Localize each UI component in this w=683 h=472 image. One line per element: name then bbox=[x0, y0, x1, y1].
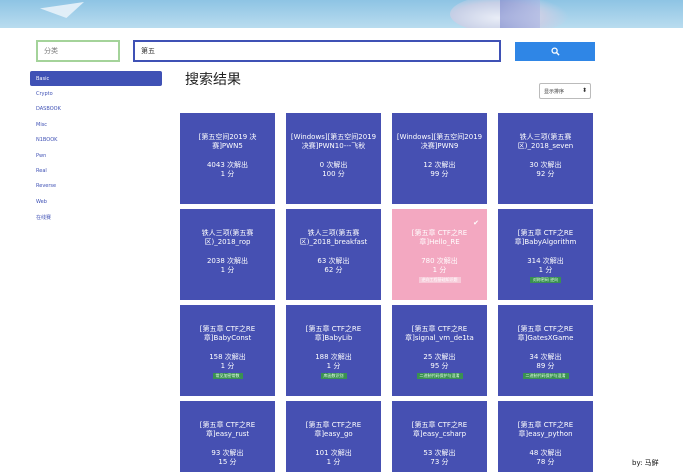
points: 1 分 bbox=[432, 265, 447, 274]
challenge-grid: [第五空间2019 决赛]PWN5 4043 次解出 1 分 [Windows][第五… bbox=[180, 113, 602, 472]
sort-select-label: 显示排序 bbox=[544, 88, 565, 95]
category-input[interactable] bbox=[36, 40, 120, 62]
challenge-card[interactable]: [Windows][第五空间2019 决赛]PWN9 12 次解出 99 分 bbox=[392, 113, 487, 204]
challenge-card[interactable]: [Windows][第五空间2019 决赛]PWN10---飞秋 0 次解出 100… bbox=[286, 113, 381, 204]
search-input[interactable] bbox=[133, 40, 501, 62]
solve-count: 30 次解出 bbox=[529, 161, 562, 169]
solve-count: 12 次解出 bbox=[423, 161, 456, 169]
check-icon: ✔ bbox=[473, 219, 479, 227]
challenge-tag: 逆向工程基础知识题 bbox=[418, 277, 461, 283]
points: 1 分 bbox=[220, 265, 235, 274]
solve-count: 53 次解出 bbox=[423, 449, 456, 457]
challenge-card[interactable]: [第五章 CTF之RE章]signal_vm_de1ta 25 次解出 95 分二进… bbox=[392, 305, 487, 396]
challenge-tag: 对称密码 逆向 bbox=[529, 277, 562, 283]
solve-count: 34 次解出 bbox=[529, 353, 562, 361]
challenge-card[interactable]: [第五章 CTF之RE章]easy_python 48 次解出 78 分 bbox=[498, 401, 593, 472]
challenge-card[interactable]: 铁人三项(第五赛区)_2018_rop 2038 次解出 1 分 bbox=[180, 209, 275, 300]
challenge-card[interactable]: [第五章 CTF之RE章]Hello_RE 780 次解出 1 分逆向工程基础知识题… bbox=[392, 209, 487, 300]
banner-illustration-detail bbox=[500, 0, 540, 28]
points: 78 分 bbox=[536, 457, 555, 466]
search-button[interactable] bbox=[515, 42, 595, 61]
sidebar-item-n1book[interactable]: N1BOOK bbox=[30, 133, 162, 148]
solve-count: 780 次解出 bbox=[421, 257, 458, 265]
category-sidebar: Basic Crypto DASBOOK Misc N1BOOK Pwn Real Rever… bbox=[30, 71, 162, 225]
challenge-title: [第五章 CTF之RE章]signal_vm_de1ta bbox=[405, 325, 474, 342]
sidebar-item-pwn[interactable]: Pwn bbox=[30, 148, 162, 163]
challenge-card[interactable]: [第五章 CTF之RE章]easy_csharp 53 次解出 73 分 bbox=[392, 401, 487, 472]
solve-count: 314 次解出 bbox=[527, 257, 564, 265]
points: 100 分 bbox=[322, 169, 345, 178]
solve-count: 25 次解出 bbox=[423, 353, 456, 361]
challenge-card[interactable]: 铁人三项(第五赛区)_2018_seven 30 次解出 92 分 bbox=[498, 113, 593, 204]
sidebar-item-crypto[interactable]: Crypto bbox=[30, 86, 162, 101]
challenge-title: [第五章 CTF之RE章]easy_rust bbox=[199, 421, 256, 438]
points: 99 分 bbox=[430, 169, 449, 178]
points: 1 分 bbox=[538, 265, 553, 274]
challenge-card[interactable]: [第五空间2019 决赛]PWN5 4043 次解出 1 分 bbox=[180, 113, 275, 204]
challenge-title: 铁人三项(第五赛区)_2018_breakfast bbox=[299, 229, 368, 246]
challenge-tag: 二进制代码保护与混淆 bbox=[522, 373, 569, 379]
challenge-title: [第五章 CTF之RE章]BabyLib bbox=[305, 325, 362, 342]
sidebar-item-dasbook[interactable]: DASBOOK bbox=[30, 102, 162, 117]
solve-count: 48 次解出 bbox=[529, 449, 562, 457]
points: 1 分 bbox=[326, 457, 341, 466]
sidebar-item-real[interactable]: Real bbox=[30, 163, 162, 178]
points: 15 分 bbox=[218, 457, 237, 466]
solve-count: 93 次解出 bbox=[211, 449, 244, 457]
solve-count: 4043 次解出 bbox=[206, 161, 249, 169]
sidebar-item-web[interactable]: Web bbox=[30, 194, 162, 209]
points: 73 分 bbox=[430, 457, 449, 466]
challenge-card[interactable]: [第五章 CTF之RE章]easy_go 101 次解出 1 分 bbox=[286, 401, 381, 472]
challenge-title: [第五章 CTF之RE章]BabyAlgorithm bbox=[514, 229, 577, 246]
points: 1 分 bbox=[220, 169, 235, 178]
challenge-title: [第五章 CTF之RE章]easy_go bbox=[305, 421, 362, 438]
sidebar-item-misc[interactable]: Misc bbox=[30, 117, 162, 132]
sidebar-item-basic[interactable]: Basic bbox=[30, 71, 162, 87]
sidebar-item-在线赛[interactable]: 在线赛 bbox=[30, 210, 162, 225]
challenge-title: [Windows][第五空间2019 决赛]PWN10---飞秋 bbox=[290, 133, 377, 150]
sort-select[interactable]: 显示排序 ⬍ bbox=[539, 83, 591, 99]
challenge-card[interactable]: [第五章 CTF之RE章]GatesXGame 34 次解出 89 分二进制代码保护… bbox=[498, 305, 593, 396]
points: 62 分 bbox=[324, 265, 343, 274]
watermark: by: 马鲜 bbox=[632, 459, 659, 467]
header-banner bbox=[0, 0, 683, 28]
challenge-tag: 二进制代码保护与混淆 bbox=[416, 373, 463, 379]
solve-count: 101 次解出 bbox=[315, 449, 352, 457]
challenge-card[interactable]: [第五章 CTF之RE章]easy_rust 93 次解出 15 分 bbox=[180, 401, 275, 472]
solve-count: 0 次解出 bbox=[319, 161, 348, 169]
challenge-title: [第五章 CTF之RE章]BabyConst bbox=[199, 325, 256, 342]
challenge-card[interactable]: [第五章 CTF之RE章]BabyAlgorithm 314 次解出 1 分对称密码… bbox=[498, 209, 593, 300]
challenge-title: [Windows][第五空间2019 决赛]PWN9 bbox=[396, 133, 483, 150]
solve-count: 188 次解出 bbox=[315, 353, 352, 361]
challenge-card[interactable]: [第五章 CTF之RE章]BabyLib 188 次解出 1 分库函数识别 bbox=[286, 305, 381, 396]
challenge-title: [第五章 CTF之RE章]GatesXGame bbox=[517, 325, 574, 342]
challenge-title: [第五章 CTF之RE章]easy_python bbox=[517, 421, 574, 438]
solve-count: 63 次解出 bbox=[317, 257, 350, 265]
chevron-updown-icon: ⬍ bbox=[581, 87, 587, 94]
challenge-tag: 库函数识别 bbox=[320, 373, 347, 379]
search-icon bbox=[550, 47, 560, 56]
solve-count: 158 次解出 bbox=[209, 353, 246, 361]
points: 1 分 bbox=[220, 361, 235, 370]
paper-plane-decoration bbox=[40, 2, 84, 18]
points: 89 分 bbox=[536, 361, 555, 370]
challenge-card[interactable]: 铁人三项(第五赛区)_2018_breakfast 63 次解出 62 分 bbox=[286, 209, 381, 300]
challenge-title: [第五章 CTF之RE章]Hello_RE bbox=[411, 229, 468, 246]
page-title: 搜索结果 bbox=[185, 72, 241, 88]
sidebar-item-reverse[interactable]: Reverse bbox=[30, 179, 162, 194]
points: 95 分 bbox=[430, 361, 449, 370]
challenge-title: [第五章 CTF之RE章]easy_csharp bbox=[411, 421, 468, 438]
challenge-tag: 常见加密常数 bbox=[212, 373, 243, 379]
challenge-card[interactable]: [第五章 CTF之RE章]BabyConst 158 次解出 1 分常见加密常数 bbox=[180, 305, 275, 396]
solve-count: 2038 次解出 bbox=[206, 257, 249, 265]
points: 92 分 bbox=[536, 169, 555, 178]
challenge-title: 铁人三项(第五赛区)_2018_seven bbox=[517, 133, 574, 150]
challenge-title: [第五空间2019 决赛]PWN5 bbox=[198, 133, 257, 150]
challenge-title: 铁人三项(第五赛区)_2018_rop bbox=[201, 229, 254, 246]
points: 1 分 bbox=[326, 361, 341, 370]
